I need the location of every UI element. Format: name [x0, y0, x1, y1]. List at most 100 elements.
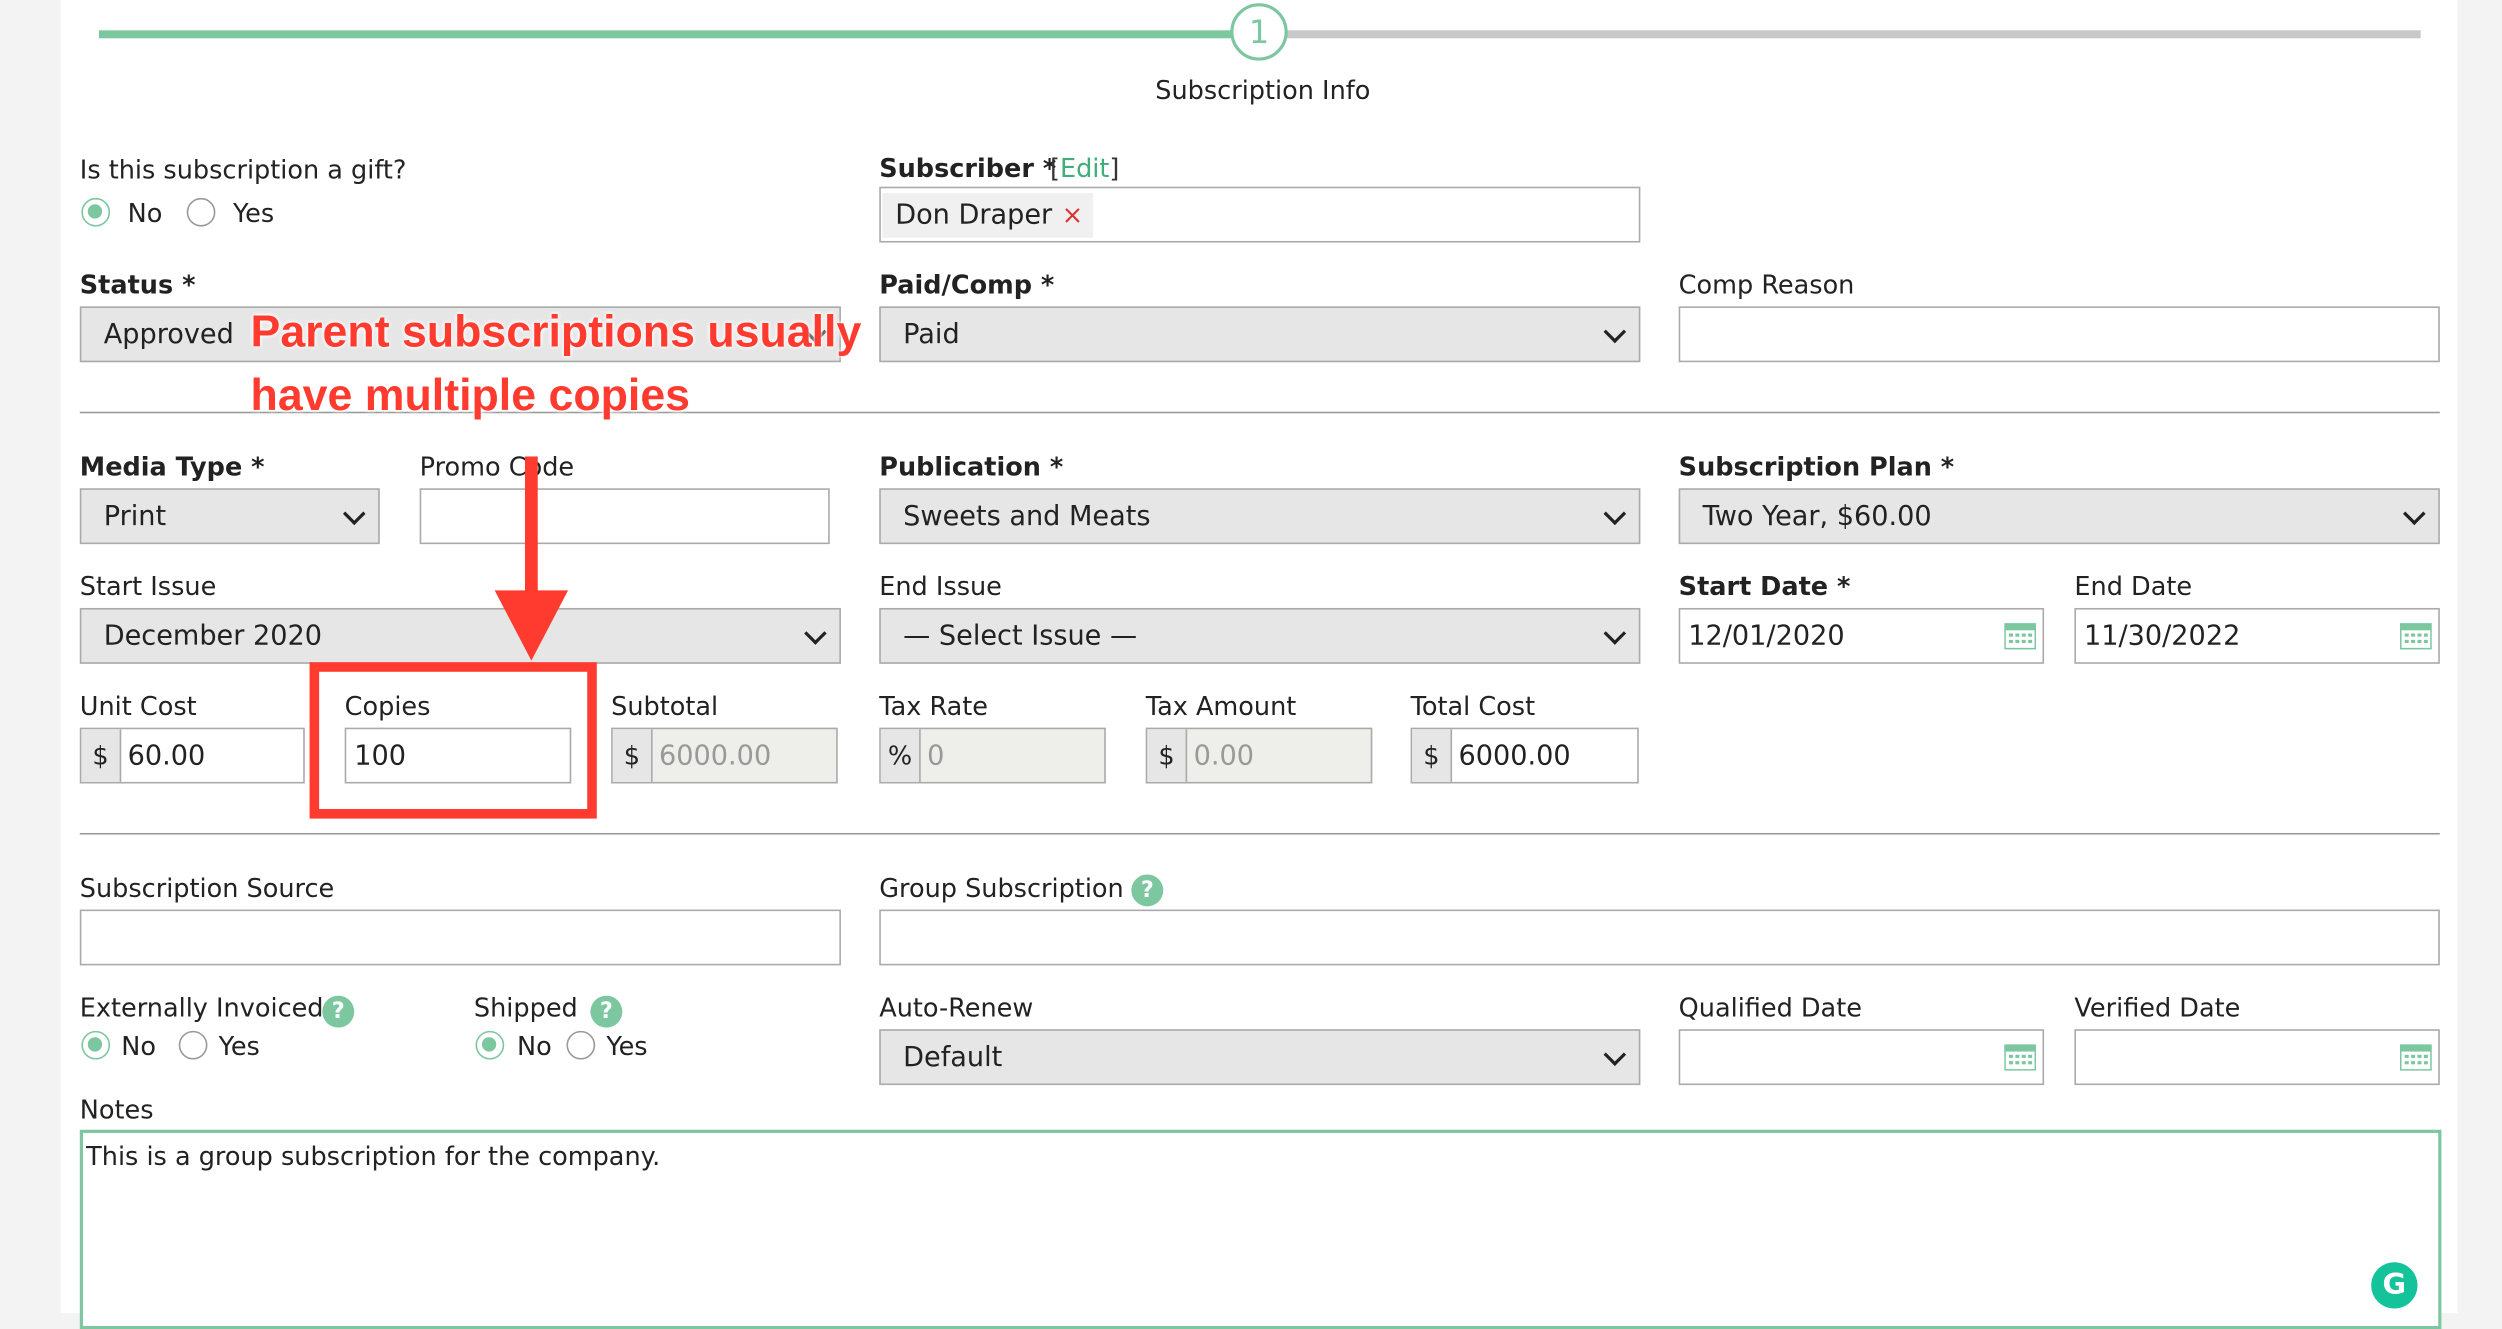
total-cost-input[interactable]: $6000.00: [1410, 727, 1639, 784]
status-label: Status *: [79, 269, 196, 300]
calendar-icon[interactable]: [2004, 621, 2037, 650]
start-issue-label: Start Issue: [79, 571, 217, 602]
media-type-value: Print: [103, 500, 167, 533]
grammarly-icon[interactable]: G: [2371, 1262, 2418, 1309]
media-type-select[interactable]: Print: [79, 488, 380, 545]
gift-no-label: No: [127, 197, 163, 229]
chevron-down-icon: [342, 501, 366, 525]
progress-step-circle: 1: [1230, 3, 1288, 61]
group-subscription-input[interactable]: [879, 909, 2440, 966]
annotation-line-1: Parent subscriptions usually: [250, 306, 862, 356]
gift-yes-radio[interactable]: [186, 197, 216, 227]
subscriber-token: Don Draper ×: [882, 192, 1093, 237]
end-issue-value: — Select Issue —: [903, 619, 1138, 652]
chevron-down-icon: [2403, 501, 2426, 525]
comp-reason-input[interactable]: [1678, 306, 2440, 363]
externally-invoiced-no-radio[interactable]: [81, 1030, 111, 1060]
unit-cost-input[interactable]: $60.00: [79, 727, 305, 784]
auto-renew-select[interactable]: Default: [879, 1029, 1641, 1086]
edit-link-text[interactable]: Edit: [1060, 153, 1109, 183]
start-issue-select[interactable]: December 2020: [79, 607, 841, 664]
chevron-down-icon: [1603, 319, 1627, 343]
tax-amount-input: $0.00: [1145, 727, 1373, 784]
paid-comp-value: Paid: [903, 318, 960, 351]
verified-date-input[interactable]: [2074, 1029, 2440, 1086]
currency-prefix: $: [612, 729, 653, 782]
progress-step-label: Subscription Info: [1155, 74, 1371, 106]
start-date-value: 12/01/2020: [1688, 619, 1845, 652]
publication-value: Sweets and Meats: [903, 500, 1151, 533]
shipped-yes-radio[interactable]: [566, 1030, 596, 1060]
tax-rate-label: Tax Rate: [879, 690, 989, 722]
section-divider: [79, 832, 2440, 835]
calendar-icon[interactable]: [2399, 621, 2432, 650]
chevron-down-icon: [1603, 501, 1627, 525]
unit-cost-value: 60.00: [127, 739, 206, 772]
group-subscription-label: Group Subscription: [879, 872, 1124, 904]
chevron-down-icon: [1603, 621, 1627, 644]
subscription-source-label: Subscription Source: [79, 872, 335, 904]
end-date-label: End Date: [2074, 571, 2193, 602]
start-date-label: Start Date *: [1678, 571, 1851, 602]
subtotal-input: $6000.00: [611, 727, 838, 784]
shipped-label: Shipped: [473, 992, 578, 1023]
subscription-source-input[interactable]: [79, 909, 841, 966]
gift-no-radio[interactable]: [81, 197, 111, 227]
remove-icon[interactable]: ×: [1062, 199, 1083, 229]
shipped-no-label: No: [517, 1030, 552, 1062]
percent-prefix: %: [880, 729, 921, 782]
gift-label: Is this subscription a gift?: [79, 154, 407, 186]
tax-amount-label: Tax Amount: [1145, 690, 1297, 722]
externally-invoiced-yes-radio[interactable]: [178, 1030, 208, 1060]
qualified-date-label: Qualified Date: [1678, 992, 1862, 1023]
externally-invoiced-label: Externally Invoiced: [79, 992, 324, 1023]
notes-textarea[interactable]: This is a group subscription for the com…: [79, 1129, 2442, 1329]
progress-track-done: [98, 30, 1232, 39]
subscriber-label: Subscriber *: [879, 153, 1057, 184]
start-date-input[interactable]: 12/01/2020: [1678, 607, 2045, 664]
publication-label: Publication *: [879, 451, 1064, 482]
arrow-icon: [494, 456, 569, 661]
progress-track-remaining: [1286, 30, 2421, 39]
help-icon[interactable]: ?: [322, 995, 355, 1028]
auto-renew-value: Default: [903, 1041, 1003, 1074]
comp-reason-label: Comp Reason: [1678, 269, 1855, 300]
verified-date-label: Verified Date: [2074, 992, 2241, 1023]
calendar-icon[interactable]: [2004, 1042, 2037, 1071]
annotation-line-2: have multiple copies: [250, 370, 691, 420]
externally-invoiced-no-label: No: [121, 1030, 157, 1062]
end-date-value: 11/30/2022: [2083, 619, 2241, 652]
subscription-plan-select[interactable]: Two Year, $60.00: [1678, 488, 2440, 545]
subscription-plan-label: Subscription Plan *: [1678, 451, 1955, 482]
help-icon[interactable]: ?: [1131, 874, 1164, 907]
promo-code-input[interactable]: [419, 488, 830, 545]
help-icon[interactable]: ?: [590, 995, 623, 1028]
subscription-plan-value: Two Year, $60.00: [1702, 500, 1932, 533]
status-value: Approved: [103, 318, 234, 351]
publication-select[interactable]: Sweets and Meats: [879, 488, 1641, 545]
media-type-label: Media Type *: [79, 451, 265, 482]
end-date-input[interactable]: 11/30/2022: [2074, 607, 2440, 664]
start-issue-value: December 2020: [103, 619, 323, 652]
subtotal-value: 6000.00: [659, 739, 772, 772]
tax-rate-input: % 0: [879, 727, 1106, 784]
shipped-no-radio[interactable]: [475, 1030, 505, 1060]
paid-comp-label: Paid/Comp *: [879, 269, 1055, 300]
qualified-date-input[interactable]: [1678, 1029, 2045, 1086]
gift-yes-label: Yes: [232, 197, 275, 229]
currency-prefix: $: [1147, 729, 1188, 782]
subscriber-edit-link[interactable]: [Edit]: [1050, 153, 1119, 183]
currency-prefix: $: [1412, 729, 1453, 782]
subtotal-label: Subtotal: [611, 690, 719, 722]
end-issue-select[interactable]: — Select Issue —: [879, 607, 1641, 664]
total-cost-label: Total Cost: [1410, 690, 1536, 722]
chevron-down-icon: [1603, 1042, 1627, 1066]
subscriber-token-text: Don Draper: [895, 198, 1053, 231]
tax-rate-value: 0: [927, 739, 945, 772]
currency-prefix: $: [81, 729, 122, 782]
paid-comp-select[interactable]: Paid: [879, 306, 1641, 363]
unit-cost-label: Unit Cost: [79, 690, 197, 722]
tax-amount-value: 0.00: [1193, 739, 1254, 772]
calendar-icon[interactable]: [2399, 1042, 2432, 1071]
subscriber-input[interactable]: Don Draper ×: [879, 186, 1641, 243]
